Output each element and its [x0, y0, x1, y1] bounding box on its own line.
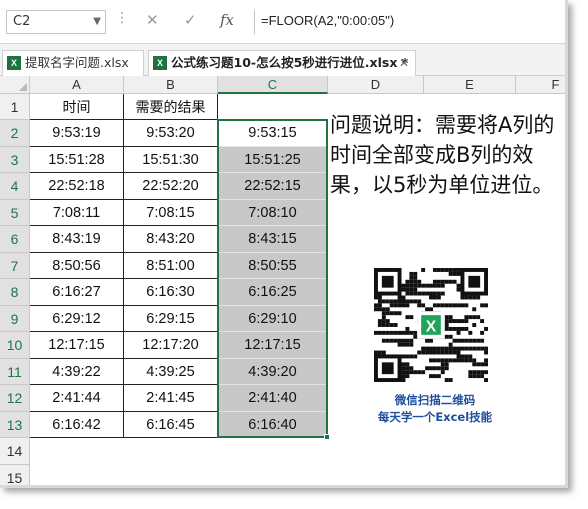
cell-a13[interactable]: 6:16:42 — [30, 411, 124, 438]
tab-workbook-2[interactable]: X 公式练习题10-怎么按5秒进行进位.xlsx * ✕ — [148, 50, 416, 76]
cell-c7[interactable]: 8:50:55 — [218, 252, 328, 279]
select-all-button[interactable] — [0, 76, 30, 94]
row-header-9[interactable]: 9 — [0, 305, 30, 332]
cell-c8[interactable]: 6:16:25 — [218, 279, 328, 306]
row-header-3[interactable]: 3 — [0, 146, 30, 173]
close-icon[interactable]: ✕ — [146, 11, 159, 29]
check-icon[interactable]: ✓ — [184, 11, 197, 29]
insert-function-icon[interactable]: fx — [220, 11, 234, 29]
qr-code: X — [374, 268, 488, 382]
cell-c11[interactable]: 4:39:20 — [218, 358, 328, 385]
cell-a10[interactable]: 12:17:15 — [30, 332, 124, 359]
cell-b13[interactable]: 6:16:45 — [124, 411, 218, 438]
cell-b1[interactable]: 需要的结果 — [124, 94, 218, 120]
cell-c13[interactable]: 6:16:40 — [218, 411, 328, 438]
cell-c12[interactable]: 2:41:40 — [218, 385, 328, 412]
row-header-7[interactable]: 7 — [0, 252, 30, 279]
cell-a11[interactable]: 4:39:22 — [30, 358, 124, 385]
row-header-13[interactable]: 13 — [0, 411, 30, 438]
svg-text:X: X — [426, 319, 437, 336]
tab-workbook-1[interactable]: X 提取名字问题.xlsx — [2, 50, 144, 76]
cell-a7[interactable]: 8:50:56 — [30, 252, 124, 279]
cell-b9[interactable]: 6:29:15 — [124, 305, 218, 332]
name-box[interactable]: C2 ▼ — [6, 10, 106, 34]
row-header-5[interactable]: 5 — [0, 199, 30, 226]
cell-b4[interactable]: 22:52:20 — [124, 173, 218, 200]
cell-c9[interactable]: 6:29:10 — [218, 305, 328, 332]
cell-a6[interactable]: 8:43:19 — [30, 226, 124, 253]
cell-a5[interactable]: 7:08:11 — [30, 199, 124, 226]
cell-b2[interactable]: 9:53:20 — [124, 120, 218, 147]
cell-c4[interactable]: 22:52:15 — [218, 173, 328, 200]
column-header-f[interactable]: F — [516, 76, 565, 94]
qr-caption-line-1: 微信扫描二维码 — [394, 393, 476, 407]
column-header-e[interactable]: E — [424, 76, 516, 94]
cell-b10[interactable]: 12:17:20 — [124, 332, 218, 359]
column-header-b[interactable]: B — [124, 76, 218, 94]
row-header-4[interactable]: 4 — [0, 173, 30, 200]
excel-file-icon: X — [7, 56, 21, 70]
formula-input[interactable]: =FLOOR(A2,"0:00:05") — [254, 10, 564, 34]
excel-file-icon: X — [153, 56, 167, 70]
row-header-6[interactable]: 6 — [0, 226, 30, 253]
name-box-value: C2 — [13, 14, 31, 29]
column-header-c[interactable]: C — [218, 76, 328, 94]
close-icon[interactable]: ✕ — [399, 51, 409, 75]
row-header-10[interactable]: 10 — [0, 332, 30, 359]
row-header-12[interactable]: 12 — [0, 385, 30, 412]
cell-a12[interactable]: 2:41:44 — [30, 385, 124, 412]
row-header-2[interactable]: 2 — [0, 120, 30, 147]
cell-b6[interactable]: 8:43:20 — [124, 226, 218, 253]
excel-window: C2 ▼ ⋮ ✕ ✓ fx =FLOOR(A2,"0:00:05") X 提取名… — [0, 0, 568, 488]
cell-a8[interactable]: 6:16:27 — [30, 279, 124, 306]
workbook-tabs: X 提取名字问题.xlsx X 公式练习题10-怎么按5秒进行进位.xlsx *… — [0, 44, 565, 76]
column-header-d[interactable]: D — [328, 76, 424, 94]
cell-c3[interactable]: 15:51:25 — [218, 146, 328, 173]
row-header-11[interactable]: 11 — [0, 358, 30, 385]
qr-caption-line-2: 每天学一个Excel技能 — [377, 410, 493, 424]
cell-c5[interactable]: 7:08:10 — [218, 199, 328, 226]
cell-b3[interactable]: 15:51:30 — [124, 146, 218, 173]
cell-a2[interactable]: 9:53:19 — [30, 120, 124, 147]
row-header-14[interactable]: 14 — [0, 438, 30, 465]
cell-a1[interactable]: 时间 — [30, 94, 124, 120]
cell-b8[interactable]: 6:16:30 — [124, 279, 218, 306]
problem-description: 问题说明：需要将A列的时间全部变成B列的效果，以5秒为单位进位。 — [330, 113, 555, 197]
cell-a4[interactable]: 22:52:18 — [30, 173, 124, 200]
cell-b11[interactable]: 4:39:25 — [124, 358, 218, 385]
chevron-down-icon[interactable]: ▼ — [93, 11, 101, 33]
row-header-8[interactable]: 8 — [0, 279, 30, 306]
cell-c10[interactable]: 12:17:15 — [218, 332, 328, 359]
row-header-1[interactable]: 1 — [0, 94, 30, 120]
formula-bar: C2 ▼ ⋮ ✕ ✓ fx =FLOOR(A2,"0:00:05") — [0, 0, 565, 44]
cell-a9[interactable]: 6:29:12 — [30, 305, 124, 332]
cell-b12[interactable]: 2:41:45 — [124, 385, 218, 412]
row-header-15[interactable]: 15 — [0, 464, 30, 485]
column-header-a[interactable]: A — [30, 76, 124, 94]
cell-c6[interactable]: 8:43:15 — [218, 226, 328, 253]
cell-b5[interactable]: 7:08:15 — [124, 199, 218, 226]
cell-c2[interactable]: 9:53:15 — [218, 120, 328, 147]
cell-a3[interactable]: 15:51:28 — [30, 146, 124, 173]
tab-label: 公式练习题10-怎么按5秒进行进位.xlsx * — [171, 55, 409, 70]
tab-label: 提取名字问题.xlsx — [25, 55, 129, 70]
formula-bar-grip-icon: ⋮ — [115, 10, 129, 26]
fill-handle[interactable] — [324, 434, 330, 440]
cell-b7[interactable]: 8:51:00 — [124, 252, 218, 279]
